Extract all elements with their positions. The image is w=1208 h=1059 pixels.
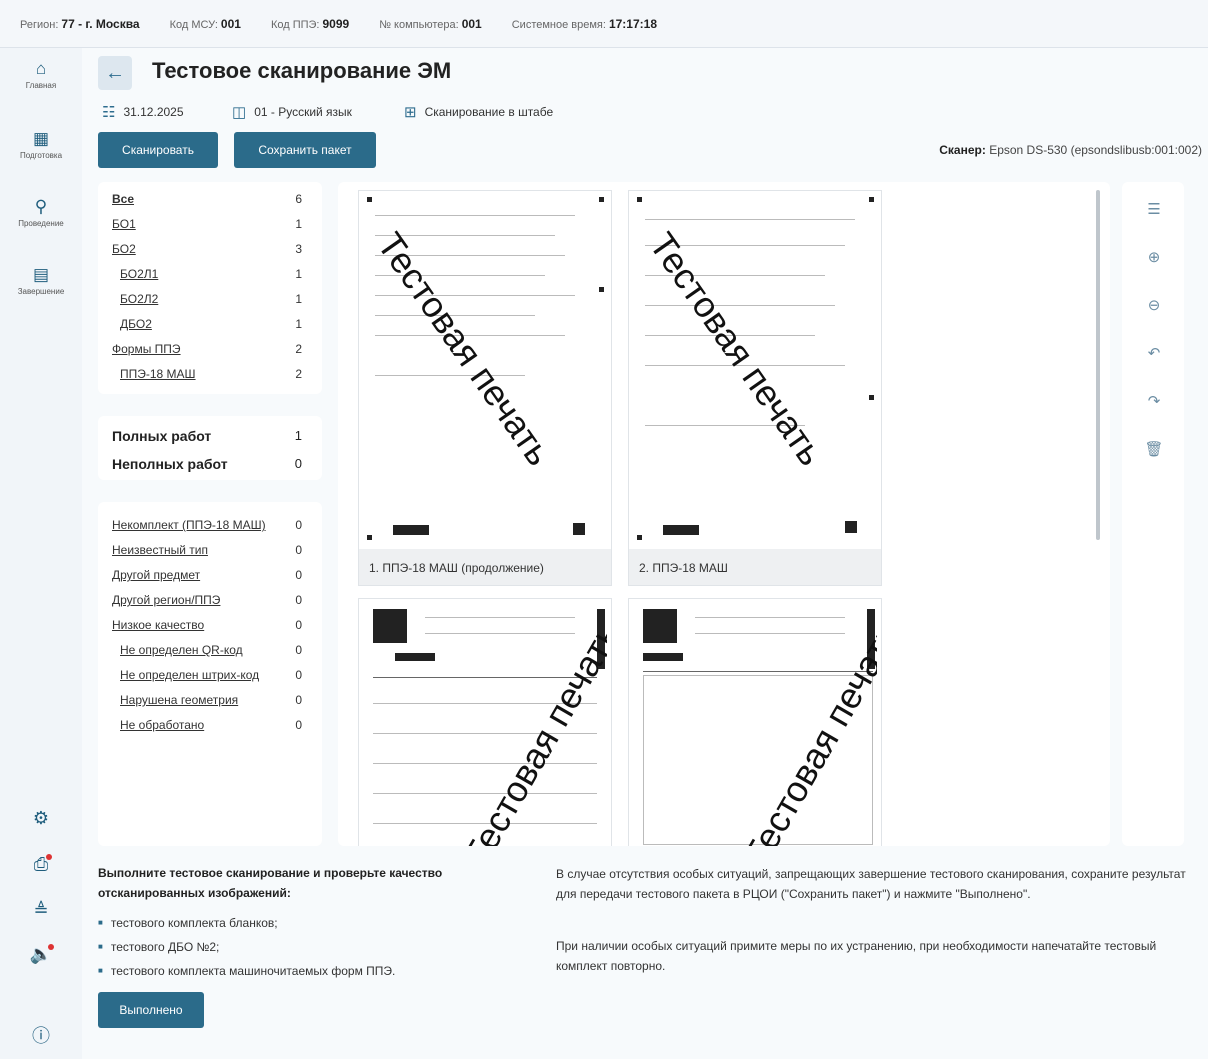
nav-conduct[interactable]: ⚲ Проведение bbox=[0, 197, 82, 229]
instruction-item: тестового ДБО №2; bbox=[98, 940, 220, 954]
scanner-info: Сканер: Epson DS-530 (epsondslibusb:001:… bbox=[939, 143, 1202, 157]
stat-row: Полных работ 1 bbox=[112, 428, 302, 444]
left-navigation: ⌂ Главная ▦ Подготовка ⚲ Проведение ▤ За… bbox=[0, 48, 82, 1059]
msu-info: Код МСУ: 001 bbox=[169, 16, 241, 31]
image-viewer: Тестовая печать 1. ППЭ-18 МАШ (продолжен… bbox=[338, 182, 1110, 846]
sound-icon[interactable]: 🔈 bbox=[0, 944, 82, 965]
scanner-icon[interactable]: ≜ bbox=[0, 900, 82, 921]
scanned-page: Тестовая печать bbox=[635, 603, 877, 846]
nav-main[interactable]: ⌂ Главная bbox=[0, 59, 82, 91]
issue-row[interactable]: Неизвестный тип 0 bbox=[98, 543, 308, 565]
page-title: Тестовое сканирование ЭМ bbox=[152, 58, 452, 83]
issue-row[interactable]: Не определен QR-код 0 bbox=[98, 643, 308, 665]
info-icon[interactable]: ⓘ bbox=[0, 1022, 82, 1048]
calendar-icon: ☷ bbox=[102, 104, 116, 121]
thumbnail-caption: 1. ППЭ-18 МАШ (продолжение) bbox=[359, 549, 611, 585]
scanned-page: Тестовая печать bbox=[635, 195, 877, 547]
printer-icon[interactable]: ⎙ bbox=[0, 854, 82, 875]
viewer-scrollbar[interactable] bbox=[1096, 190, 1100, 540]
instruction-item: тестового комплекта бланков; bbox=[98, 916, 278, 930]
printer-alert-dot bbox=[46, 854, 52, 860]
instruction-item: тестового комплекта машиночитаемых форм … bbox=[98, 964, 396, 978]
issue-row[interactable]: Другой предмет 0 bbox=[98, 568, 308, 590]
filter-row[interactable]: Формы ППЭ 2 bbox=[98, 342, 308, 364]
nav-finish[interactable]: ▤ Завершение bbox=[0, 265, 82, 297]
image-toolbar: ☰ ⊕ ⊖ ↶ ↷ 🗑 bbox=[1122, 182, 1184, 846]
sound-alert-dot bbox=[48, 944, 54, 950]
issue-row[interactable]: Не определен штрих-код 0 bbox=[98, 668, 308, 690]
exam-date: ☷ 31.12.2025 bbox=[102, 104, 184, 121]
issue-row[interactable]: Другой регион/ППЭ 0 bbox=[98, 593, 308, 615]
filter-panel: Все 6 БО1 1 БО2 3 БО2Л1 1 БО2Л2 1 ДБО2 1 Формы… bbox=[98, 182, 322, 394]
stats-panel: Полных работ 1 Неполных работ 0 bbox=[98, 416, 322, 480]
home-icon: ⌂ bbox=[35, 59, 47, 78]
filter-row[interactable]: БО2Л2 1 bbox=[98, 292, 308, 314]
filter-row[interactable]: БО2 3 bbox=[98, 242, 308, 264]
grid-icon: ⊞ bbox=[404, 104, 417, 121]
back-button[interactable]: ← bbox=[98, 56, 132, 90]
board-icon: ▦ bbox=[32, 129, 50, 148]
issue-row[interactable]: Нарушена геометрия 0 bbox=[98, 693, 308, 715]
save-note: В случае отсутствия особых ситуаций, зап… bbox=[556, 867, 1186, 901]
scan-thumbnail[interactable]: Тестовая печать bbox=[628, 598, 882, 846]
filter-row[interactable]: ДБО2 1 bbox=[98, 317, 308, 339]
instructions-title: Выполните тестовое сканирование и провер… bbox=[98, 866, 443, 900]
ppe-info: Код ППЭ: 9099 bbox=[270, 16, 350, 31]
system-time: Системное время: 17:17:18 bbox=[511, 16, 657, 31]
region-info: Регион: 77 - г. Москва bbox=[20, 16, 140, 31]
scan-thumbnail[interactable]: Тестовая печать 2. ППЭ-18 МАШ bbox=[628, 190, 882, 586]
scan-thumbnail[interactable]: Тестовая печать bbox=[358, 598, 612, 846]
settings-icon[interactable]: ⚙ bbox=[0, 808, 82, 829]
rotate-right-icon[interactable]: ↷ bbox=[1144, 392, 1164, 412]
issue-row[interactable]: Некомплект (ППЭ-18 МАШ) 0 bbox=[98, 518, 308, 540]
filter-row[interactable]: ППЭ-18 МАШ 2 bbox=[98, 367, 308, 389]
filter-row[interactable]: БО2Л1 1 bbox=[98, 267, 308, 289]
issue-row[interactable]: Низкое качество 0 bbox=[98, 618, 308, 640]
stat-row: Неполных работ 0 bbox=[112, 456, 302, 472]
save-package-button[interactable]: Сохранить пакет bbox=[234, 132, 376, 168]
key-icon: ⚲ bbox=[34, 197, 48, 216]
document-icon: ▤ bbox=[32, 265, 50, 284]
delete-icon[interactable]: 🗑 bbox=[1144, 440, 1164, 460]
filter-row[interactable]: БО1 1 bbox=[98, 217, 308, 239]
main-content: ← Тестовое сканирование ЭМ ☷ 31.12.2025 … bbox=[82, 48, 1208, 1059]
filter-row[interactable]: Все 6 bbox=[98, 192, 308, 214]
nav-prep[interactable]: ▦ Подготовка bbox=[0, 129, 82, 161]
issue-row[interactable]: Не обработано 0 bbox=[98, 718, 308, 740]
scanned-page: Тестовая печать bbox=[365, 195, 607, 547]
computer-info: № компьютера: 001 bbox=[379, 16, 482, 31]
issues-panel: Некомплект (ППЭ-18 МАШ) 0 Неизвестный тип… bbox=[98, 502, 322, 846]
scanned-page: Тестовая печать bbox=[365, 603, 607, 846]
rotate-left-icon[interactable]: ↶ bbox=[1144, 344, 1164, 364]
book-icon: ◫ bbox=[232, 104, 247, 121]
scan-thumbnail[interactable]: Тестовая печать 1. ППЭ-18 МАШ (продолжен… bbox=[358, 190, 612, 586]
exam-subject: ◫ 01 - Русский язык bbox=[232, 104, 352, 121]
done-button[interactable]: Выполнено bbox=[98, 992, 204, 1028]
zoom-in-icon[interactable]: ⊕ bbox=[1144, 248, 1164, 268]
issue-note: При наличии особых ситуаций примите меры… bbox=[556, 939, 1157, 973]
status-bar: Регион: 77 - г. Москва Код МСУ: 001 Код ПП… bbox=[0, 0, 1208, 48]
arrow-left-icon: ← bbox=[105, 62, 125, 84]
scan-mode: ⊞ Сканирование в штабе bbox=[404, 104, 554, 121]
scan-button[interactable]: Сканировать bbox=[98, 132, 218, 168]
thumbnail-caption: 2. ППЭ-18 МАШ bbox=[629, 549, 881, 585]
menu-icon[interactable]: ☰ bbox=[1144, 200, 1164, 220]
zoom-out-icon[interactable]: ⊖ bbox=[1144, 296, 1164, 316]
